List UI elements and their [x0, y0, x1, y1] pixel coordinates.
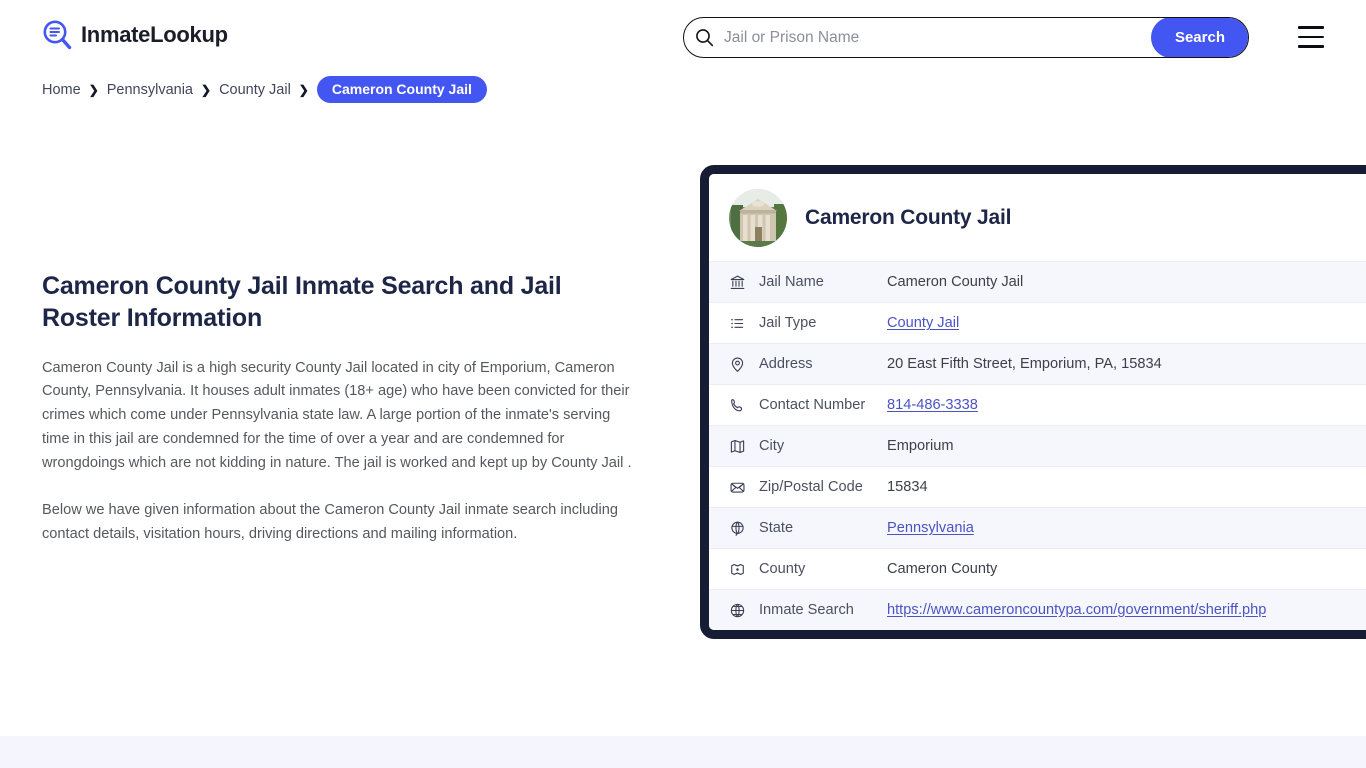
row-value: 15834: [887, 479, 928, 495]
breadcrumb-current: Cameron County Jail: [316, 76, 487, 104]
hamburger-bar: [1298, 26, 1324, 29]
hamburger-bar: [1298, 35, 1324, 39]
chevron-right-icon: ❯: [88, 82, 99, 97]
row-label: Contact Number: [759, 397, 866, 413]
row-value: Cameron County Jail: [887, 274, 1024, 290]
list-icon: [729, 315, 759, 332]
row-value: Cameron County: [887, 561, 998, 577]
brand-logo-link[interactable]: InmateLookup: [42, 19, 228, 51]
row-value: Pennsylvania: [887, 520, 974, 536]
site-header: InmateLookup Search: [0, 0, 1366, 74]
breadcrumb-item-pennsylvania[interactable]: Pennsylvania: [107, 82, 193, 98]
search-bar[interactable]: Search: [683, 17, 1249, 58]
intro-paragraph: Cameron County Jail is a high security C…: [42, 359, 632, 471]
breadcrumb: Home ❯ Pennsylvania ❯ County Jail ❯ Came…: [42, 76, 487, 104]
jail-type-link[interactable]: County Jail: [887, 315, 959, 331]
envelope-icon: [729, 479, 759, 496]
inmate-search-link[interactable]: https://www.cameroncountypa.com/governme…: [887, 602, 1266, 618]
table-row: Contact Number 814-486-3338: [709, 384, 1366, 425]
search-icon: [684, 18, 724, 57]
row-value: County Jail: [887, 315, 959, 331]
row-label: Jail Type: [759, 315, 817, 331]
chevron-right-icon: ❯: [201, 82, 212, 97]
breadcrumb-item-home[interactable]: Home: [42, 82, 81, 98]
table-row: Address 20 East Fifth Street, Emporium, …: [709, 343, 1366, 384]
row-value: 814-486-3338: [887, 397, 978, 413]
search-button[interactable]: Search: [1150, 18, 1248, 57]
article-column: Cameron County Jail Inmate Search and Ja…: [42, 270, 634, 547]
row-label: County: [759, 561, 806, 577]
card-title: Cameron County Jail: [805, 206, 1012, 229]
row-label: City: [759, 438, 785, 454]
row-value: https://www.cameroncountypa.com/governme…: [887, 602, 1266, 618]
table-row: Inmate Search https://www.cameroncountyp…: [709, 589, 1366, 630]
breadcrumb-item-county-jail[interactable]: County Jail: [219, 82, 291, 98]
table-row: City Emporium: [709, 425, 1366, 466]
row-value: Emporium: [887, 438, 954, 454]
county-badge-icon: [729, 561, 759, 578]
row-label: State: [759, 520, 794, 536]
map-icon: [729, 438, 759, 455]
table-row: Jail Name Cameron County Jail: [709, 261, 1366, 302]
state-link[interactable]: Pennsylvania: [887, 520, 974, 536]
card-header: Cameron County Jail: [709, 174, 1366, 261]
search-input[interactable]: [724, 18, 1151, 57]
page-title: Cameron County Jail Inmate Search and Ja…: [42, 272, 562, 333]
table-row: Zip/Postal Code 15834: [709, 466, 1366, 507]
map-pin-icon: [729, 356, 759, 373]
table-row: Jail Type County Jail: [709, 302, 1366, 343]
bank-icon: [729, 274, 759, 291]
jail-info-card: Cameron County Jail Jail Name Cameron Co…: [700, 165, 1366, 639]
globe-pin-icon: [729, 520, 759, 537]
secondary-paragraph: Below we have given information about th…: [42, 502, 618, 543]
row-label: Inmate Search: [759, 602, 854, 618]
phone-link[interactable]: 814-486-3338: [887, 397, 978, 413]
phone-icon: [729, 397, 759, 414]
hamburger-bar: [1298, 45, 1324, 48]
courthouse-photo: [729, 189, 787, 247]
chevron-right-icon: ❯: [298, 82, 309, 97]
row-label: Zip/Postal Code: [759, 479, 863, 495]
table-row: County Cameron County: [709, 548, 1366, 589]
magnifier-list-icon: [42, 19, 72, 51]
row-value: 20 East Fifth Street, Emporium, PA, 1583…: [887, 356, 1162, 372]
row-label: Address: [759, 356, 813, 372]
table-row: State Pennsylvania: [709, 507, 1366, 548]
brand-name: InmateLookup: [81, 22, 228, 47]
globe-icon: [729, 602, 759, 619]
row-label: Jail Name: [759, 274, 824, 290]
hamburger-menu-icon[interactable]: [1298, 26, 1324, 48]
footer-band: [0, 736, 1366, 768]
